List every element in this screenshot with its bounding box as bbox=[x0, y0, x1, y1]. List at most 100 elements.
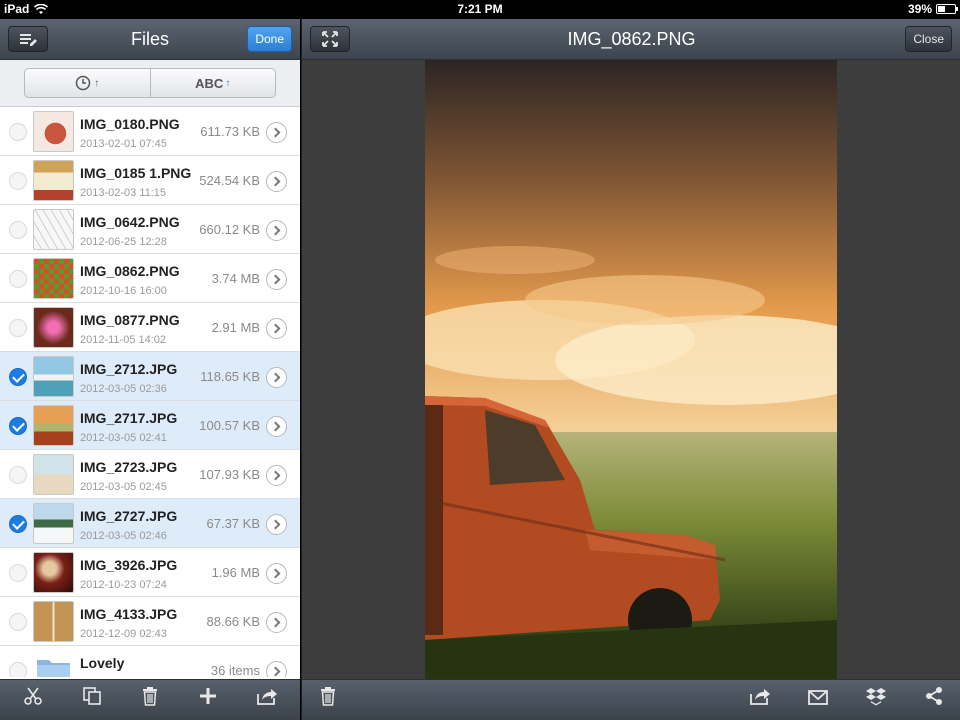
file-size: 36 items bbox=[210, 663, 260, 677]
file-size: 660.12 KB bbox=[199, 222, 260, 237]
file-thumbnail bbox=[33, 356, 74, 397]
select-checkbox[interactable] bbox=[9, 417, 27, 435]
copy-button[interactable] bbox=[74, 682, 110, 718]
file-row[interactable]: IMG_2723.JPG 2012-03-05 02:45 107.93 KB bbox=[0, 450, 300, 499]
cut-button[interactable] bbox=[15, 682, 51, 718]
file-row[interactable]: IMG_0862.PNG 2012-10-16 16:00 3.74 MB bbox=[0, 254, 300, 303]
file-name: IMG_2723.JPG bbox=[80, 459, 178, 475]
file-name: IMG_0877.PNG bbox=[80, 312, 180, 328]
select-checkbox[interactable] bbox=[9, 564, 27, 582]
battery-percent: 39% bbox=[907, 2, 932, 16]
share-files-button[interactable] bbox=[249, 682, 285, 718]
disclosure-chevron-icon[interactable] bbox=[266, 661, 287, 677]
file-name: IMG_4133.JPG bbox=[80, 606, 178, 622]
file-list-toolbar: Files Done bbox=[0, 19, 300, 60]
select-checkbox[interactable] bbox=[9, 270, 27, 288]
select-checkbox[interactable] bbox=[9, 368, 27, 386]
disclosure-chevron-icon[interactable] bbox=[266, 563, 287, 584]
preview-image[interactable] bbox=[425, 60, 837, 679]
file-row[interactable]: IMG_4133.JPG 2012-12-09 02:43 88.66 KB bbox=[0, 597, 300, 646]
file-thumbnail bbox=[33, 258, 74, 299]
add-button[interactable] bbox=[190, 682, 226, 718]
close-button[interactable]: Close bbox=[905, 26, 952, 52]
status-bar: iPad 7:21 PM 39% bbox=[0, 0, 960, 19]
sort-by-date-button[interactable]: ↑ bbox=[25, 69, 151, 97]
file-size: 524.54 KB bbox=[199, 173, 260, 188]
done-button[interactable]: Done bbox=[247, 26, 292, 52]
disclosure-chevron-icon[interactable] bbox=[266, 269, 287, 290]
select-checkbox[interactable] bbox=[9, 662, 27, 677]
plus-icon bbox=[200, 688, 217, 704]
select-checkbox[interactable] bbox=[9, 466, 27, 484]
file-list-panel: Files Done ↑ ABC ↑ IMG_0180.PNG 2013-02-0… bbox=[0, 19, 300, 720]
select-checkbox[interactable] bbox=[9, 123, 27, 141]
image-viewer bbox=[302, 60, 960, 679]
select-checkbox[interactable] bbox=[9, 613, 27, 631]
file-thumbnail bbox=[33, 601, 74, 642]
file-size: 2.91 MB bbox=[211, 320, 260, 335]
disclosure-chevron-icon[interactable] bbox=[266, 416, 287, 437]
file-name: IMG_2727.JPG bbox=[80, 508, 178, 524]
mail-icon bbox=[808, 690, 828, 705]
trash-icon bbox=[321, 687, 335, 706]
file-thumbnail bbox=[33, 552, 74, 593]
copy-icon bbox=[82, 687, 101, 705]
share-icon bbox=[750, 689, 770, 705]
file-list-bottom-toolbar bbox=[0, 679, 300, 720]
file-row[interactable]: IMG_0877.PNG 2012-11-05 14:02 2.91 MB bbox=[0, 303, 300, 352]
file-row[interactable]: IMG_2717.JPG 2012-03-05 02:41 100.57 KB bbox=[0, 401, 300, 450]
file-row[interactable]: IMG_0185 1.PNG 2013-02-03 11:15 524.54 KB bbox=[0, 156, 300, 205]
file-row[interactable]: IMG_0642.PNG 2012-06-25 12:28 660.12 KB bbox=[0, 205, 300, 254]
file-row[interactable]: IMG_2712.JPG 2012-03-05 02:36 118.65 KB bbox=[0, 352, 300, 401]
file-name: IMG_2717.JPG bbox=[80, 410, 178, 426]
file-date: 2013-02-01 07:45 bbox=[80, 138, 167, 150]
file-size: 100.57 KB bbox=[199, 418, 260, 433]
disclosure-chevron-icon[interactable] bbox=[266, 465, 287, 486]
file-name: IMG_0642.PNG bbox=[80, 214, 180, 230]
file-thumbnail bbox=[33, 454, 74, 495]
file-name: IMG_2712.JPG bbox=[80, 361, 178, 377]
file-name: IMG_3926.JPG bbox=[80, 557, 178, 573]
file-thumbnail bbox=[33, 160, 74, 201]
disclosure-chevron-icon[interactable] bbox=[266, 318, 287, 339]
preview-bottom-toolbar bbox=[302, 679, 960, 720]
file-date: 2012-03-05 02:41 bbox=[80, 432, 167, 444]
file-row[interactable]: IMG_0180.PNG 2013-02-01 07:45 611.73 KB bbox=[0, 107, 300, 156]
disclosure-chevron-icon[interactable] bbox=[266, 220, 287, 241]
file-row[interactable]: Lovely2013-02-04 04:1436 items bbox=[0, 646, 300, 677]
file-date: 2012-11-05 14:02 bbox=[80, 334, 167, 346]
file-row[interactable]: IMG_2727.JPG 2012-03-05 02:46 67.37 KB bbox=[0, 499, 300, 548]
file-thumbnail bbox=[33, 209, 74, 250]
dropbox-button[interactable] bbox=[858, 682, 894, 718]
delete-files-button[interactable] bbox=[132, 682, 168, 718]
file-thumbnail bbox=[33, 405, 74, 446]
file-size: 611.73 KB bbox=[200, 124, 260, 139]
share-nodes-icon bbox=[926, 687, 942, 705]
file-row[interactable]: IMG_3926.JPG 2012-10-23 07:24 1.96 MB bbox=[0, 548, 300, 597]
disclosure-chevron-icon[interactable] bbox=[266, 367, 287, 388]
status-right: 39% bbox=[907, 2, 958, 16]
sort-by-name-button[interactable]: ABC ↑ bbox=[151, 69, 276, 97]
file-size: 88.66 KB bbox=[206, 614, 261, 629]
select-checkbox[interactable] bbox=[9, 172, 27, 190]
share-menu-button[interactable] bbox=[916, 682, 952, 718]
trash-icon bbox=[142, 687, 157, 706]
preview-toolbar: IMG_0862.PNG Close bbox=[302, 19, 960, 60]
dropbox-icon bbox=[866, 688, 886, 706]
disclosure-chevron-icon[interactable] bbox=[266, 514, 287, 535]
disclosure-chevron-icon[interactable] bbox=[266, 612, 287, 633]
clock-icon bbox=[76, 75, 91, 91]
select-checkbox[interactable] bbox=[9, 221, 27, 239]
sort-arrow-icon: ↑ bbox=[94, 77, 100, 89]
delete-preview-button[interactable] bbox=[310, 682, 346, 718]
file-date: 2012-06-25 12:28 bbox=[80, 236, 167, 248]
select-checkbox[interactable] bbox=[9, 515, 27, 533]
mail-button[interactable] bbox=[800, 682, 836, 718]
select-checkbox[interactable] bbox=[9, 319, 27, 337]
sort-arrow-active-icon: ↑ bbox=[225, 77, 231, 89]
sort-segmented-control: ↑ ABC ↑ bbox=[24, 68, 276, 98]
scissors-icon bbox=[24, 687, 42, 705]
open-in-button[interactable] bbox=[742, 682, 778, 718]
disclosure-chevron-icon[interactable] bbox=[266, 122, 287, 143]
disclosure-chevron-icon[interactable] bbox=[266, 171, 287, 192]
